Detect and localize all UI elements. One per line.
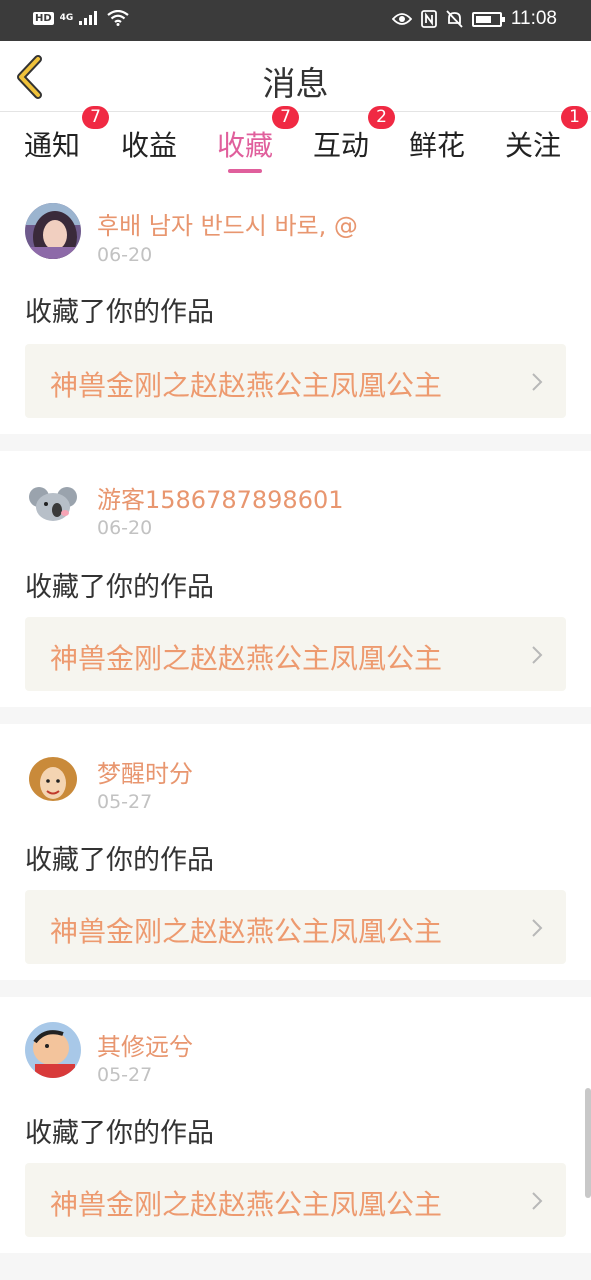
avatar-girl-icon [25, 203, 81, 259]
page-title: 消息 [262, 64, 329, 103]
avatar-koala-icon [25, 477, 81, 533]
work-title: 神兽金刚之赵赵燕公主凤凰公主 [50, 642, 443, 675]
timestamp: 05-27 [97, 1064, 153, 1086]
avatar-kid-icon [25, 1022, 81, 1078]
eye-icon [391, 13, 412, 25]
nfc-icon [420, 10, 437, 28]
notification-card: 游客1586787898601 06-20 收藏了你的作品 神兽金刚之赵赵燕公主… [0, 451, 591, 707]
app-header: 消息 [0, 41, 591, 112]
work-title: 神兽金刚之赵赵燕公主凤凰公主 [50, 915, 443, 948]
hd-indicator: HD [33, 11, 54, 25]
work-title: 神兽金刚之赵赵燕公主凤凰公主 [50, 1188, 443, 1221]
user-avatar[interactable] [25, 1022, 81, 1078]
action-text: 收藏了你的作品 [25, 297, 214, 328]
work-title: 神兽金刚之赵赵燕公主凤凰公主 [50, 369, 443, 402]
tab-follows[interactable]: 关注 [505, 124, 561, 164]
work-link[interactable]: 神兽金刚之赵赵燕公主凤凰公主 [25, 617, 566, 691]
battery-level [475, 15, 492, 23]
tab-follows-badge: 1 [561, 106, 588, 129]
user-avatar[interactable] [25, 751, 81, 807]
action-text: 收藏了你的作品 [25, 845, 214, 876]
action-text: 收藏了你的作品 [25, 1118, 214, 1149]
action-text: 收藏了你的作品 [25, 572, 214, 603]
battery-icon [471, 11, 505, 27]
notification-card: 梦醒时分 05-27 收藏了你的作品 神兽金刚之赵赵燕公主凤凰公主 [0, 724, 591, 980]
work-link[interactable]: 神兽金刚之赵赵燕公主凤凰公主 [25, 1163, 566, 1237]
chevron-right-icon [532, 373, 543, 391]
status-bar: HD 4G 11:08 [0, 0, 591, 41]
user-avatar[interactable] [25, 203, 81, 259]
tab-earnings[interactable]: 收益 [121, 124, 177, 164]
status-right: 11:08 [391, 8, 557, 30]
signal-icon [79, 11, 98, 25]
clock: 11:08 [510, 8, 557, 29]
timestamp: 06-20 [97, 517, 153, 539]
chevron-right-icon [532, 1192, 543, 1210]
status-left: HD 4G [33, 10, 130, 26]
tab-notifications-badge: 7 [82, 106, 109, 129]
chevron-right-icon [532, 646, 543, 664]
mute-bell-icon [446, 10, 463, 28]
tab-flowers[interactable]: 鲜花 [409, 124, 465, 164]
chevron-right-icon [532, 919, 543, 937]
tab-interactions-badge: 2 [368, 106, 395, 129]
tab-favorites[interactable]: 收藏 [217, 124, 273, 164]
user-avatar[interactable] [25, 477, 81, 533]
username[interactable]: 梦醒时分 [97, 754, 193, 789]
timestamp: 06-20 [97, 244, 153, 266]
network-type: 4G [59, 12, 74, 23]
wifi-icon [107, 10, 130, 26]
scrollbar[interactable] [585, 1088, 591, 1198]
notification-card: 其修远兮 05-27 收藏了你的作品 神兽金刚之赵赵燕公主凤凰公主 [0, 997, 591, 1253]
username[interactable]: 其修远兮 [97, 1027, 193, 1062]
tab-notifications[interactable]: 通知 [24, 124, 80, 164]
username[interactable]: 游客1586787898601 [97, 480, 344, 515]
tab-favorites-badge: 7 [272, 106, 299, 129]
username[interactable]: 후배 남자 반드시 바로, @ [97, 206, 358, 241]
work-link[interactable]: 神兽金刚之赵赵燕公主凤凰公主 [25, 890, 566, 964]
timestamp: 05-27 [97, 791, 153, 813]
notification-card: 후배 남자 반드시 바로, @ 06-20 收藏了你的作品 神兽金刚之赵赵燕公主… [0, 186, 591, 434]
active-tab-indicator [228, 169, 262, 173]
tab-bar: 通知 7 收益 收藏 7 互动 2 鲜花 关注 1 [0, 106, 591, 186]
avatar-woman-icon [25, 751, 81, 807]
tab-interactions[interactable]: 互动 [313, 124, 369, 164]
work-link[interactable]: 神兽金刚之赵赵燕公主凤凰公主 [25, 344, 566, 418]
